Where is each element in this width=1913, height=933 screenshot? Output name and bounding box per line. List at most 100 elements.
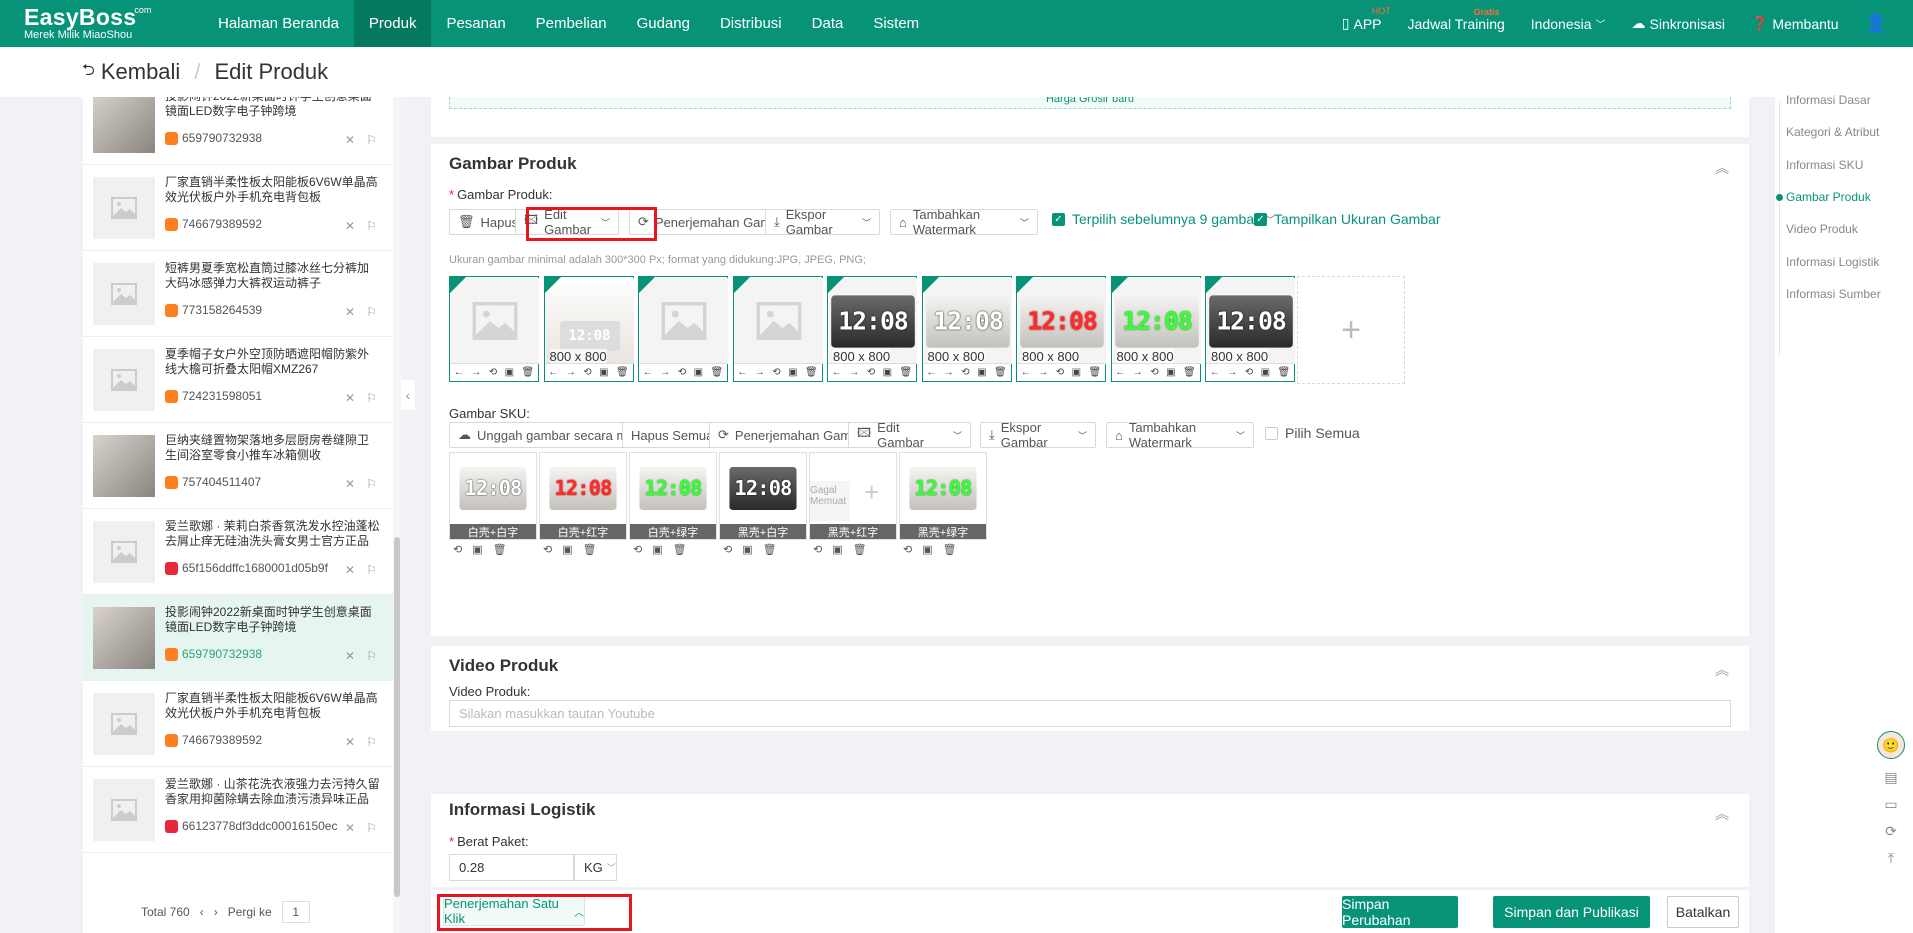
sku-edit-image-dropdown[interactable]: 🖾 Edit Gambar ﹀ [848,420,971,450]
product-image-tile[interactable]: 12:08 800 x 800 ← → ⟲ ▣ 🗑 [543,276,634,382]
trash-icon[interactable]: 🗑 [1089,367,1102,378]
anchor-6[interactable]: Informasi Sumber [1786,287,1881,301]
move-right-icon[interactable]: → [849,367,859,378]
move-right-icon[interactable]: → [566,367,576,378]
replace-icon[interactable]: ⟲ [1150,367,1158,378]
close-icon[interactable]: ✕ [345,649,355,663]
close-icon[interactable]: ✕ [345,821,355,835]
flag-icon[interactable]: ⚐ [366,219,377,233]
image-edit-icon[interactable]: ▣ [1166,367,1175,378]
chevron-up-icon[interactable]: ︽ [1715,660,1729,680]
replace-icon[interactable]: ⟲ [583,367,591,378]
anchor-5[interactable]: Informasi Logistik [1786,255,1879,269]
anchor-2[interactable]: Informasi SKU [1786,158,1863,172]
replace-icon[interactable]: ⟲ [772,367,780,378]
move-left-icon[interactable]: ← [1115,367,1125,378]
product-image-tile[interactable]: 12:08 800 x 800 ← → ⟲ ▣ 🗑 [921,276,1012,382]
replace-icon[interactable]: ⟲ [1245,367,1253,378]
trash-icon[interactable]: 🗑 [522,367,535,378]
product-image-tile[interactable]: 12:08 800 x 800 ← → ⟲ ▣ 🗑 [1016,276,1106,382]
image-edit-icon[interactable]: ▣ [922,543,932,561]
next-page-icon[interactable]: › [214,905,218,919]
save-changes-button[interactable]: Simpan Perubahan [1342,896,1458,928]
replace-icon[interactable]: ⟲ [543,543,552,561]
nav-item-5[interactable]: Distribusi [705,0,797,47]
delete-all-button[interactable]: Hapus Semua [622,422,723,448]
move-left-icon[interactable]: ← [454,367,464,378]
trash-icon[interactable]: 🗑 [805,367,818,378]
list-item[interactable]: 厂家直销半柔性板太阳能板6V6W单晶高效光伏板户外手机充电背包板 74667938… [83,681,393,767]
flag-icon[interactable]: ⚐ [366,133,377,147]
app-link[interactable]: ▯ APP HOT [1342,6,1391,32]
trash-icon[interactable]: 🗑 [763,543,777,561]
trash-icon[interactable]: 🗑 [853,543,867,561]
replace-icon[interactable]: ⟲ [903,543,912,561]
image-edit-icon[interactable]: ▣ [694,367,703,378]
replace-icon[interactable]: ⟲ [813,543,822,561]
sku-image-tile[interactable]: 12:08 白壳+绿字 [629,452,717,540]
help-link[interactable]: ❓ Membantu [1751,15,1839,32]
add-image-button[interactable]: + [1297,276,1405,384]
nav-item-3[interactable]: Pembelian [521,0,622,47]
sku-image-tile[interactable]: 12:08 白壳+白字 [449,452,537,540]
prev-page-icon[interactable]: ‹ [200,905,204,919]
anchor-0[interactable]: Informasi Dasar [1786,93,1871,107]
close-icon[interactable]: ✕ [345,305,355,319]
sku-image-tile[interactable]: Gagal Memuat + 黑壳+红字 [809,452,897,540]
nav-item-7[interactable]: Sistem [858,0,934,47]
trash-icon[interactable]: 🗑 [1183,367,1196,378]
back-to-top-icon[interactable]: ⤒ [1888,850,1894,867]
trash-icon[interactable]: 🗑 [900,367,913,378]
image-edit-icon[interactable]: ▣ [562,543,572,561]
replace-icon[interactable]: ⟲ [1056,367,1064,378]
replace-icon[interactable]: ⟲ [633,543,642,561]
sku-image-tile[interactable]: 12:08 白壳+红字 [539,452,627,540]
support-avatar[interactable]: 🙂 [1877,731,1905,759]
trash-icon[interactable]: 🗑 [493,543,507,561]
list-item[interactable]: 夏季帽子女户外空顶防晒遮阳帽防紫外线大檐可折叠太阳帽XMZ267 72423159… [83,337,393,423]
chevron-up-icon[interactable]: ︽ [1715,158,1729,178]
replace-icon[interactable]: ⟲ [489,367,497,378]
image-edit-icon[interactable]: ▣ [472,543,482,561]
list-item[interactable]: 厂家直销半柔性板太阳能板6V6W单晶高效光伏板户外手机充电背包板 74667938… [83,165,393,251]
list-item[interactable]: 爱兰歌娜 · 山茶花洗衣液强力去污持久留香家用抑菌除螨去除血渍污渍异味正品 ..… [83,767,393,853]
anchor-1[interactable]: Kategori & Atribut [1786,125,1879,139]
image-edit-icon[interactable]: ▣ [742,543,752,561]
brand-logo[interactable]: EasyBosscom Merek Milik MiaoShou [0,6,185,41]
flag-icon[interactable]: ⚐ [366,649,377,663]
image-edit-icon[interactable]: ▣ [652,543,662,561]
sku-image-tile[interactable]: 12:08 黑壳+绿字 [899,452,987,540]
nav-item-1[interactable]: Produk [353,0,432,47]
move-right-icon[interactable]: → [1133,367,1143,378]
weight-unit-select[interactable]: KG ﹀ [574,854,617,881]
image-edit-icon[interactable]: ▣ [599,367,608,378]
move-left-icon[interactable]: ← [926,367,936,378]
back-icon[interactable]: ⮌ [82,59,95,86]
sku-watermark-dropdown[interactable]: ⌂ Tambahkan Watermark ﹀ [1106,420,1254,450]
watermark-dropdown[interactable]: ⌂ Tambahkan Watermark ﹀ [890,207,1038,237]
nav-item-4[interactable]: Gudang [622,0,705,47]
flag-icon[interactable]: ⚐ [366,477,377,491]
list-item[interactable]: 短裤男夏季宽松直筒过膝冰丝七分裤加大码冰感弹力大裤衩运动裤子 7731582645… [83,251,393,337]
move-left-icon[interactable]: ← [1210,367,1220,378]
language-selector[interactable]: Indonesia ﹀ [1531,16,1606,32]
nav-item-2[interactable]: Pesanan [431,0,520,47]
trash-icon[interactable]: 🗑 [943,543,957,561]
replace-icon[interactable]: ⟲ [961,367,969,378]
move-right-icon[interactable]: → [755,367,765,378]
move-right-icon[interactable]: → [1038,367,1048,378]
refresh-icon[interactable]: ⟳ [1885,823,1897,840]
trash-icon[interactable]: 🗑 [583,543,597,561]
show-image-size-checkbox[interactable]: ✓ Tampilkan Ukuran Gambar [1254,211,1441,227]
close-icon[interactable]: ✕ [345,477,355,491]
trash-icon[interactable]: 🗑 [673,543,687,561]
training-link[interactable]: Jadwal Training Gratis [1408,7,1505,32]
flag-icon[interactable]: ⚐ [366,821,377,835]
list-item[interactable]: 爱兰歌娜 · 茉莉白茶香氛洗发水控油蓬松去屑止痒无硅油洗头膏女男士官方正品 ..… [83,509,393,595]
select-all-checkbox[interactable]: Pilih Semua [1265,425,1360,441]
sku-image-tile[interactable]: 12:08 黑壳+白字 [719,452,807,540]
replace-icon[interactable]: ⟲ [678,367,686,378]
plus-icon[interactable]: + [864,477,879,508]
close-icon[interactable]: ✕ [345,133,355,147]
image-edit-icon[interactable]: ▣ [505,367,514,378]
